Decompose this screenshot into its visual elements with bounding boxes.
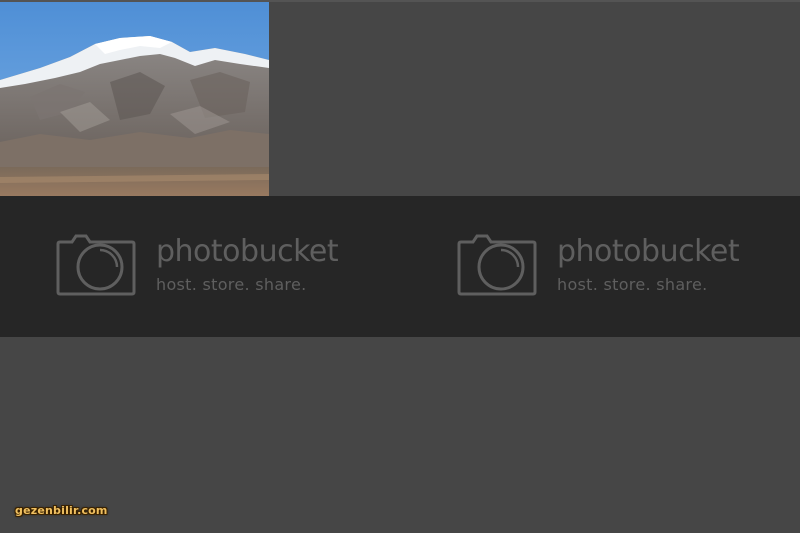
photobucket-logo: photobucket host. store. share.	[457, 234, 740, 298]
photobucket-logo: photobucket host. store. share.	[56, 234, 339, 298]
brand-tagline: host. store. share.	[156, 275, 307, 294]
camera-icon	[56, 234, 136, 296]
page-canvas: photobucket host. store. share. photobuc…	[0, 0, 800, 533]
brand-name: photobucket	[156, 234, 339, 269]
mountain-photo	[0, 2, 269, 206]
brand-tagline: host. store. share.	[557, 275, 708, 294]
camera-icon	[457, 234, 537, 296]
site-watermark: gezenbilir.com	[15, 504, 108, 517]
brand-name: photobucket	[557, 234, 740, 269]
